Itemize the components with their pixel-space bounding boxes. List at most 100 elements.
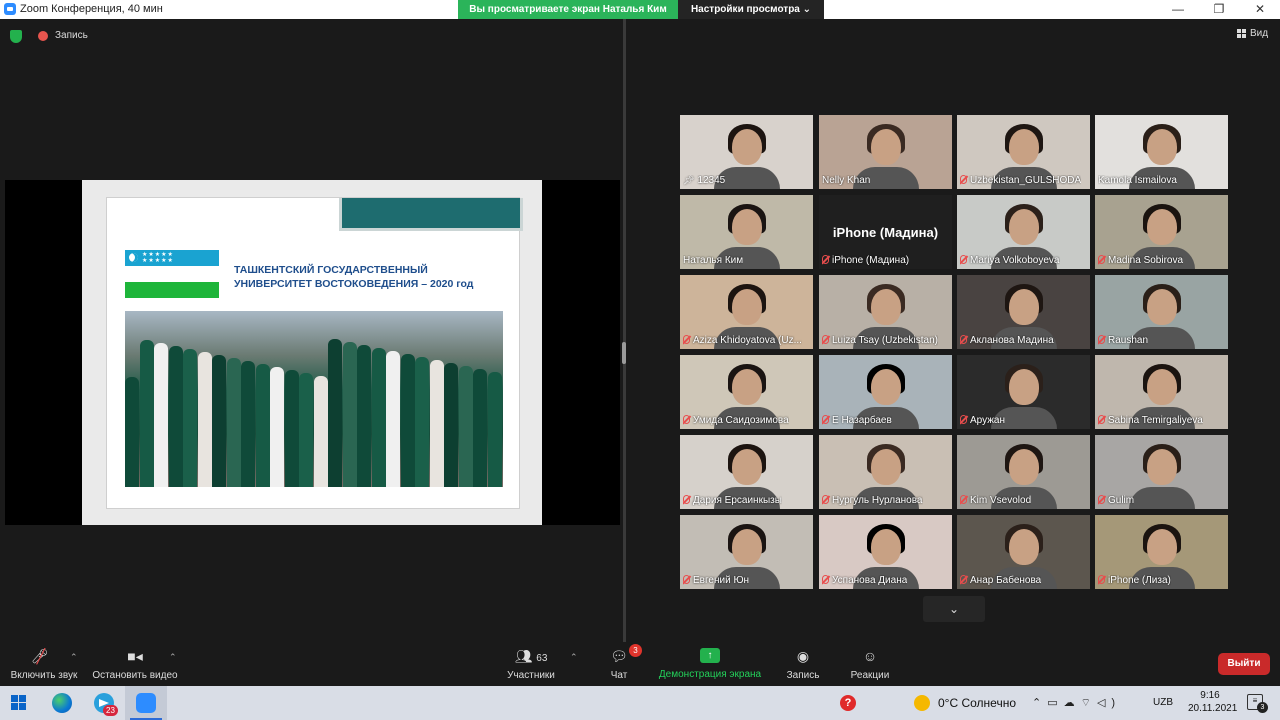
shared-slide: ★★★★★ ★★★★★ ТАШКЕНТСКИЙ ГОСУДАРСТВЕННЫЙ У… bbox=[82, 180, 542, 525]
recording-icon bbox=[38, 31, 48, 41]
participant-name: Нургуль Нурланова bbox=[832, 495, 923, 506]
minimize-button[interactable]: — bbox=[1163, 1, 1193, 18]
reactions-button[interactable]: ☺︎ Реакции bbox=[846, 648, 894, 681]
muted-mic-icon bbox=[683, 575, 690, 584]
participants-caret-icon[interactable]: ⌃ bbox=[570, 652, 578, 663]
participant-tile[interactable]: Kamola Ismailova bbox=[1095, 115, 1228, 189]
participant-tile[interactable]: iPhone (Мадина) iPhone (Мадина) bbox=[819, 195, 952, 269]
participant-name-label: Gulim bbox=[1098, 495, 1134, 506]
participant-tile[interactable]: Mariya Volkoboyeva bbox=[957, 195, 1090, 269]
participant-name: Акланова Мадина bbox=[970, 335, 1054, 346]
participant-tile[interactable]: Наталья Ким bbox=[680, 195, 813, 269]
chat-button[interactable]: 💬︎ 3 Чат bbox=[604, 644, 642, 681]
crowd-figure bbox=[386, 351, 400, 487]
participant-tile[interactable]: Умида Саидозимова bbox=[680, 355, 813, 429]
muted-mic-icon: 🎤︎╱ bbox=[30, 648, 49, 664]
participant-tile[interactable]: Uzbekistan_GULSHODA bbox=[957, 115, 1090, 189]
participant-tile[interactable]: Sabina Temirgaliyeva bbox=[1095, 355, 1228, 429]
muted-mic-icon bbox=[960, 175, 967, 184]
notification-center-icon[interactable]: ≡ 3 bbox=[1247, 694, 1268, 713]
slide-header-decoration bbox=[339, 198, 523, 231]
participant-face bbox=[1146, 289, 1177, 325]
participant-name: Uzbekistan_GULSHODA bbox=[970, 175, 1082, 186]
windows-start-icon[interactable] bbox=[11, 695, 26, 710]
participant-tile[interactable]: 📌︎ 12345 bbox=[680, 115, 813, 189]
participant-face bbox=[731, 129, 762, 165]
muted-mic-icon bbox=[960, 335, 967, 344]
share-screen-icon: ↑ bbox=[700, 648, 720, 663]
participant-name-label: Нургуль Нурланова bbox=[822, 495, 923, 506]
maximize-button[interactable]: ❐ bbox=[1204, 1, 1234, 18]
participant-name: Наталья Ким bbox=[683, 255, 744, 266]
participant-tile[interactable]: Gulim bbox=[1095, 435, 1228, 509]
slide-title: ТАШКЕНТСКИЙ ГОСУДАРСТВЕННЫЙ УНИВЕРСИТЕТ … bbox=[234, 263, 514, 291]
participant-name-label: Aziza Khidoyatova (Uz... bbox=[683, 335, 802, 346]
participant-name: Анар Бабенова bbox=[970, 575, 1042, 586]
participant-name-label: Успанова Диана bbox=[822, 575, 907, 586]
participant-name: Успанова Диана bbox=[832, 575, 908, 586]
participant-face bbox=[870, 529, 901, 565]
participant-face bbox=[1008, 449, 1039, 485]
participant-face bbox=[870, 369, 901, 405]
slide-title-line1: ТАШКЕНТСКИЙ ГОСУДАРСТВЕННЫЙ bbox=[234, 264, 428, 276]
participant-tile[interactable]: Дария Ерсаинкызы bbox=[680, 435, 813, 509]
sun-weather-icon[interactable] bbox=[914, 695, 930, 711]
share-screen-button[interactable]: ↑ Демонстрация экрана bbox=[655, 648, 765, 680]
muted-mic-icon bbox=[1098, 495, 1105, 504]
participant-tile[interactable]: Raushan bbox=[1095, 275, 1228, 349]
participant-tile[interactable]: Аружан bbox=[957, 355, 1090, 429]
zoom-taskbar-icon[interactable] bbox=[136, 693, 156, 713]
participant-tile[interactable]: Kim Vsevolod bbox=[957, 435, 1090, 509]
security-shield-icon[interactable] bbox=[10, 30, 22, 43]
unmute-button[interactable]: 🎤︎╱ Включить звук bbox=[9, 648, 79, 681]
weather-label[interactable]: 0°C Солнечно bbox=[938, 696, 1016, 710]
crowd-figure bbox=[415, 357, 429, 487]
participant-name-label: Kamola Ismailova bbox=[1098, 175, 1177, 186]
view-options-button[interactable]: Настройки просмотра ⌄ bbox=[678, 0, 824, 19]
participant-name: Sabina Temirgaliyeva bbox=[1108, 415, 1203, 426]
audio-options-caret-icon[interactable]: ⌃ bbox=[70, 652, 78, 663]
participant-face bbox=[870, 289, 901, 325]
crowd-figure bbox=[125, 377, 139, 487]
system-tray-icons[interactable]: ⌃▭☁⌔◁) bbox=[1032, 696, 1121, 710]
telegram-badge: 23 bbox=[103, 705, 118, 716]
help-icon[interactable]: ? bbox=[840, 695, 856, 711]
edge-browser-icon[interactable] bbox=[52, 693, 72, 713]
pin-icon: 📌︎ bbox=[683, 175, 695, 185]
participant-face bbox=[1146, 369, 1177, 405]
participant-tile[interactable]: Нургуль Нурланова bbox=[819, 435, 952, 509]
participant-face bbox=[731, 369, 762, 405]
participant-tile[interactable]: Luiza Tsay (Uzbekistan) bbox=[819, 275, 952, 349]
participant-tile[interactable]: Nelly Khan bbox=[819, 115, 952, 189]
muted-mic-icon bbox=[683, 415, 690, 424]
split-divider-handle[interactable] bbox=[622, 342, 626, 364]
participant-tile[interactable]: iPhone (Лиза) bbox=[1095, 515, 1228, 589]
participant-tile[interactable]: Акланова Мадина bbox=[957, 275, 1090, 349]
participants-label: Участники bbox=[507, 670, 555, 681]
clock[interactable]: 9:16 20.11.2021 bbox=[1188, 689, 1237, 715]
leave-button[interactable]: Выйти bbox=[1218, 653, 1270, 675]
participant-tile[interactable]: Madina Sobirova bbox=[1095, 195, 1228, 269]
participant-tile[interactable]: Евгений Юн bbox=[680, 515, 813, 589]
participant-face bbox=[731, 289, 762, 325]
notification-badge: 3 bbox=[1257, 702, 1268, 713]
language-indicator[interactable]: UZB bbox=[1153, 697, 1173, 708]
record-button[interactable]: ◉ Запись bbox=[783, 648, 823, 681]
participant-face bbox=[731, 449, 762, 485]
participant-tile[interactable]: Е Назарбаев bbox=[819, 355, 952, 429]
view-button[interactable]: Вид bbox=[1237, 28, 1268, 39]
stop-video-button[interactable]: ■◂ Остановить видео bbox=[90, 648, 180, 681]
participant-tile[interactable]: Анар Бабенова bbox=[957, 515, 1090, 589]
close-window-button[interactable]: ✕ bbox=[1245, 1, 1275, 18]
muted-mic-icon bbox=[960, 255, 967, 264]
participants-button[interactable]: 👥︎ 63 Участники bbox=[505, 648, 557, 681]
participants-icon: 👥︎ 63 bbox=[514, 648, 548, 664]
split-divider[interactable] bbox=[623, 19, 626, 642]
more-participants-chevron-icon[interactable]: ⌄ bbox=[923, 596, 985, 622]
participant-name-label: Uzbekistan_GULSHODA bbox=[960, 175, 1081, 186]
participant-face bbox=[1008, 529, 1039, 565]
video-options-caret-icon[interactable]: ⌃ bbox=[169, 652, 177, 663]
participant-tile[interactable]: Успанова Диана bbox=[819, 515, 952, 589]
participant-name: Nelly Khan bbox=[822, 175, 871, 186]
participant-tile[interactable]: Aziza Khidoyatova (Uz... bbox=[680, 275, 813, 349]
